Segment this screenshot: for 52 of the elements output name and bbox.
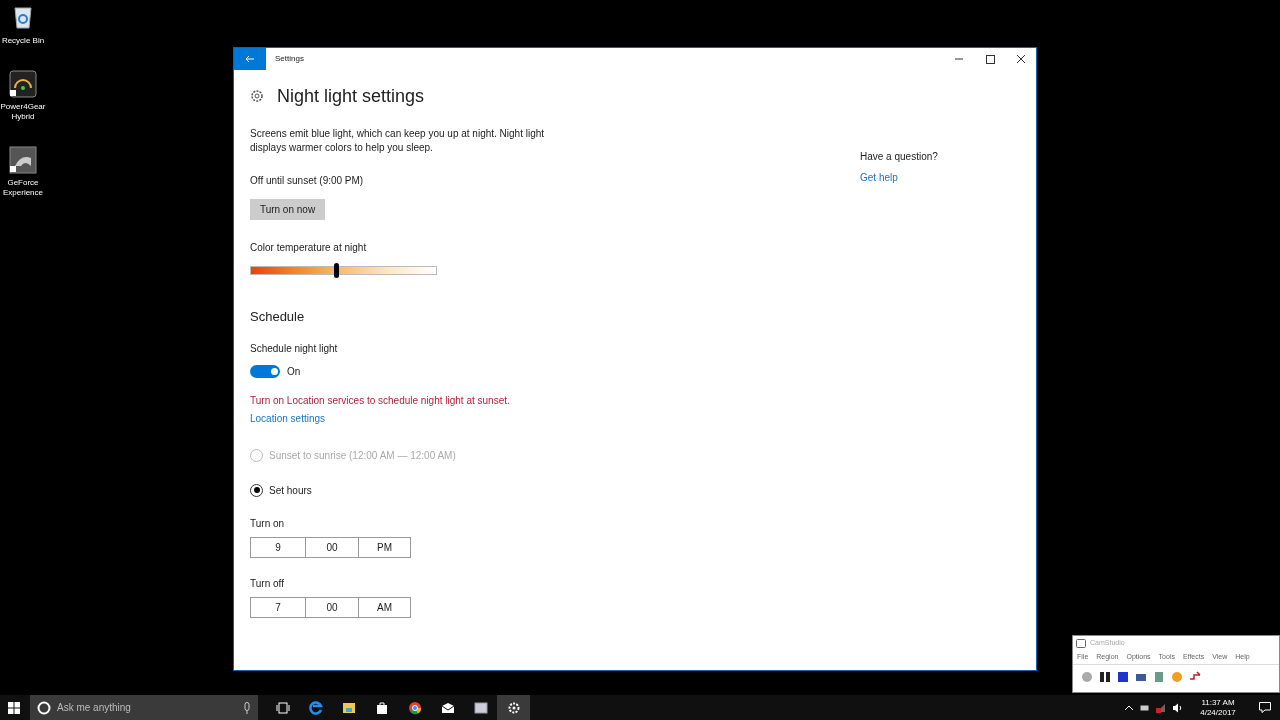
slider-thumb[interactable] [334, 263, 340, 278]
time-label: Turn off [250, 576, 284, 591]
time-picker[interactable]: 7 00 AM [250, 596, 411, 618]
app-window-icon [473, 700, 488, 715]
settings-icon [250, 89, 264, 103]
toggle-switch[interactable] [250, 364, 280, 378]
chrome-icon [407, 700, 422, 715]
maximize-icon [983, 54, 996, 64]
turn-on-now-button[interactable]: Turn on now [250, 199, 325, 220]
gauge-icon[interactable] [9, 70, 37, 98]
toggle-state-text: On [287, 364, 301, 379]
close-icon [1014, 54, 1027, 64]
radio-option[interactable]: Set hours [250, 482, 312, 498]
time-label: Turn on [250, 516, 285, 531]
clock-date[interactable]: 4/24/2017 [1200, 707, 1236, 718]
desktop-icon-label[interactable]: Recycle Bin [0, 36, 46, 46]
section-heading: Schedule [250, 308, 305, 326]
store-icon [374, 700, 389, 715]
taskbar-button[interactable] [497, 695, 530, 720]
desktop-icon-label[interactable]: Power4Gear Hybrid [0, 102, 46, 122]
help-question: Have a question? [860, 150, 938, 164]
warning-text: Turn on Location services to schedule night light at sunset. [250, 393, 510, 408]
page-heading: Night light settings [277, 84, 425, 108]
pause-icon[interactable] [1099, 670, 1111, 683]
search-field[interactable]: Ask me anything [30, 695, 258, 720]
toggle-label: Schedule night light [250, 341, 338, 356]
task-view-icon [275, 700, 290, 715]
color-temperature-slider[interactable] [250, 266, 437, 275]
cortana-circle-icon [37, 700, 51, 715]
folder-icon [341, 700, 356, 715]
desktop-icon-label[interactable]: GeForce Experience [0, 178, 46, 198]
time-picker[interactable]: 9 00 PM [250, 536, 411, 558]
windows-start-icon[interactable] [8, 701, 20, 714]
window-title: Settings [275, 53, 304, 65]
radio-option: Sunset to sunrise (12:00 AM — 12:00 AM) [250, 447, 456, 463]
back-arrow-icon [245, 55, 255, 63]
mail-icon [440, 700, 455, 715]
settings-icon [506, 700, 521, 715]
status-text: Off until sunset (9:00 PM) [250, 174, 364, 188]
stop-icon[interactable] [1117, 670, 1129, 683]
edge-icon [308, 700, 323, 715]
clock-time[interactable]: 11:37 AM [1201, 697, 1235, 708]
get-help-link[interactable]: Get help [860, 170, 898, 185]
speech-bubble-icon [1259, 702, 1271, 713]
network-error-icon[interactable] [1156, 702, 1166, 713]
slider-label: Color temperature at night [250, 241, 367, 255]
nvidia-app-icon[interactable] [9, 146, 37, 174]
microphone-icon [243, 701, 251, 714]
app-window-icon [1076, 638, 1086, 648]
location-settings-link[interactable]: Location settings [250, 410, 326, 426]
description-text: Screens emit blue light, which can keep you up at night. Night light displays warmer colors to help you sleep. [250, 127, 546, 155]
volume-icon[interactable] [1172, 702, 1182, 713]
